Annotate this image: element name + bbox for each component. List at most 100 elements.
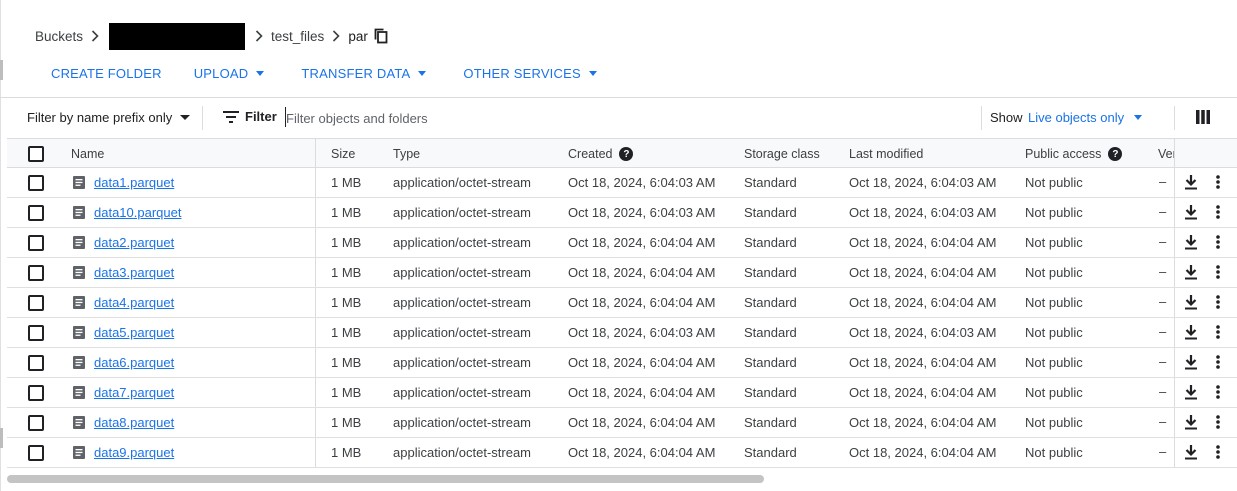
row-checkbox[interactable] — [28, 175, 44, 191]
column-header-created[interactable]: Created ? — [568, 147, 634, 161]
download-icon[interactable] — [1184, 235, 1198, 253]
object-name-link[interactable]: data3.parquet — [94, 265, 174, 280]
more-vert-icon[interactable] — [1216, 205, 1220, 222]
object-name-link[interactable]: data1.parquet — [94, 175, 174, 190]
object-created: Oct 18, 2024, 6:04:04 AM — [568, 445, 716, 460]
create-folder-label: CREATE FOLDER — [51, 65, 162, 81]
object-type: application/octet-stream — [393, 205, 532, 220]
row-checkbox[interactable] — [28, 205, 44, 221]
object-name-link[interactable]: data4.parquet — [94, 295, 174, 310]
column-header-type[interactable]: Type — [393, 147, 420, 161]
object-last-modified: Oct 18, 2024, 6:04:04 AM — [849, 295, 997, 310]
table-row[interactable]: data9.parquet 1 MB application/octet-strea… — [7, 438, 1237, 468]
table-row[interactable]: data10.parquet 1 MB application/octet-stre… — [7, 198, 1237, 228]
filter-label: Filter — [245, 109, 277, 124]
download-icon[interactable] — [1184, 265, 1198, 283]
object-public-access: Not public — [1025, 175, 1083, 190]
download-icon[interactable] — [1184, 175, 1198, 193]
column-header-size[interactable]: Size — [331, 147, 355, 161]
table-row[interactable]: data5.parquet 1 MB application/octet-strea… — [7, 318, 1237, 348]
object-storage-class: Standard — [744, 385, 797, 400]
more-vert-icon[interactable] — [1216, 415, 1220, 432]
download-icon[interactable] — [1184, 445, 1198, 463]
download-icon[interactable] — [1184, 325, 1198, 343]
object-name-link[interactable]: data2.parquet — [94, 235, 174, 250]
object-last-modified: Oct 18, 2024, 6:04:03 AM — [849, 205, 997, 220]
column-header-storage-class[interactable]: Storage class — [744, 147, 820, 161]
object-last-modified: Oct 18, 2024, 6:04:03 AM — [849, 325, 997, 340]
download-icon[interactable] — [1184, 355, 1198, 373]
object-version: – — [1159, 234, 1167, 249]
filter-prefix-dropdown[interactable]: Filter by name prefix only — [27, 110, 191, 125]
help-icon[interactable]: ? — [619, 147, 634, 161]
download-icon[interactable] — [1184, 415, 1198, 433]
table-row[interactable]: data1.parquet 1 MB application/octet-strea… — [7, 168, 1237, 198]
row-checkbox[interactable] — [28, 355, 44, 371]
column-header-last-modified[interactable]: Last modified — [849, 147, 923, 161]
object-name-link[interactable]: data10.parquet — [94, 205, 181, 220]
row-checkbox[interactable] — [28, 295, 44, 311]
row-checkbox[interactable] — [28, 265, 44, 281]
more-vert-icon[interactable] — [1216, 235, 1220, 252]
download-icon[interactable] — [1184, 295, 1198, 313]
object-name-link[interactable]: data6.parquet — [94, 355, 174, 370]
more-vert-icon[interactable] — [1216, 385, 1220, 402]
column-header-public-access[interactable]: Public access ? — [1025, 147, 1123, 161]
divider — [1174, 106, 1175, 130]
table-row[interactable]: data2.parquet 1 MB application/octet-strea… — [7, 228, 1237, 258]
more-vert-icon[interactable] — [1216, 355, 1220, 372]
object-name-link[interactable]: data5.parquet — [94, 325, 174, 340]
table-row[interactable]: data7.parquet 1 MB application/octet-strea… — [7, 378, 1237, 408]
column-header-version[interactable]: Ver — [1158, 147, 1174, 161]
object-size: 1 MB — [331, 415, 362, 430]
filter-objects-input[interactable] — [286, 108, 966, 128]
column-header-name[interactable]: Name — [71, 147, 104, 161]
download-icon[interactable] — [1184, 205, 1198, 223]
copy-icon[interactable] — [374, 28, 390, 44]
row-checkbox[interactable] — [28, 385, 44, 401]
more-vert-icon[interactable] — [1216, 295, 1220, 312]
select-all-checkbox[interactable] — [28, 146, 44, 162]
object-last-modified: Oct 18, 2024, 6:04:03 AM — [849, 175, 997, 190]
more-vert-icon[interactable] — [1216, 175, 1220, 192]
object-version: – — [1159, 354, 1167, 369]
row-checkbox[interactable] — [28, 235, 44, 251]
object-type: application/octet-stream — [393, 295, 532, 310]
more-vert-icon[interactable] — [1216, 325, 1220, 342]
file-icon — [73, 386, 85, 399]
breadcrumb-test-files[interactable]: test_files — [271, 29, 324, 44]
breadcrumb-buckets[interactable]: Buckets — [35, 29, 83, 44]
row-checkbox[interactable] — [28, 415, 44, 431]
download-icon[interactable] — [1184, 385, 1198, 403]
table-row[interactable]: data8.parquet 1 MB application/octet-strea… — [7, 408, 1237, 438]
object-size: 1 MB — [331, 355, 362, 370]
help-icon[interactable]: ? — [1108, 147, 1123, 161]
upload-label: UPLOAD — [193, 65, 249, 81]
transfer-data-button[interactable]: TRANSFER DATA — [301, 66, 427, 81]
object-created: Oct 18, 2024, 6:04:04 AM — [568, 265, 716, 280]
filter-button[interactable]: Filter — [223, 109, 277, 124]
file-icon — [73, 236, 85, 249]
column-display-icon[interactable] — [1196, 110, 1210, 127]
create-folder-button[interactable]: CREATE FOLDER — [51, 66, 162, 81]
object-version: – — [1159, 204, 1167, 219]
table-row[interactable]: data3.parquet 1 MB application/octet-strea… — [7, 258, 1237, 288]
object-name-link[interactable]: data9.parquet — [94, 445, 174, 460]
redacted-bucket-name[interactable] — [109, 22, 246, 50]
more-vert-icon[interactable] — [1216, 265, 1220, 282]
other-services-button[interactable]: OTHER SERVICES — [463, 66, 597, 81]
table-row[interactable]: data6.parquet 1 MB application/octet-strea… — [7, 348, 1237, 378]
row-checkbox[interactable] — [28, 445, 44, 461]
table-row[interactable]: data4.parquet 1 MB application/octet-strea… — [7, 288, 1237, 318]
object-type: application/octet-stream — [393, 325, 532, 340]
row-checkbox[interactable] — [28, 325, 44, 341]
chevron-right-icon — [87, 28, 103, 44]
object-size: 1 MB — [331, 325, 362, 340]
object-name-link[interactable]: data7.parquet — [94, 385, 174, 400]
filter-list-icon — [223, 110, 239, 123]
more-vert-icon[interactable] — [1216, 445, 1220, 462]
show-objects-dropdown[interactable]: Live objects only — [1028, 110, 1143, 125]
upload-button[interactable]: UPLOAD — [194, 66, 265, 81]
horizontal-scrollbar-thumb[interactable] — [7, 475, 764, 483]
object-name-link[interactable]: data8.parquet — [94, 415, 174, 430]
